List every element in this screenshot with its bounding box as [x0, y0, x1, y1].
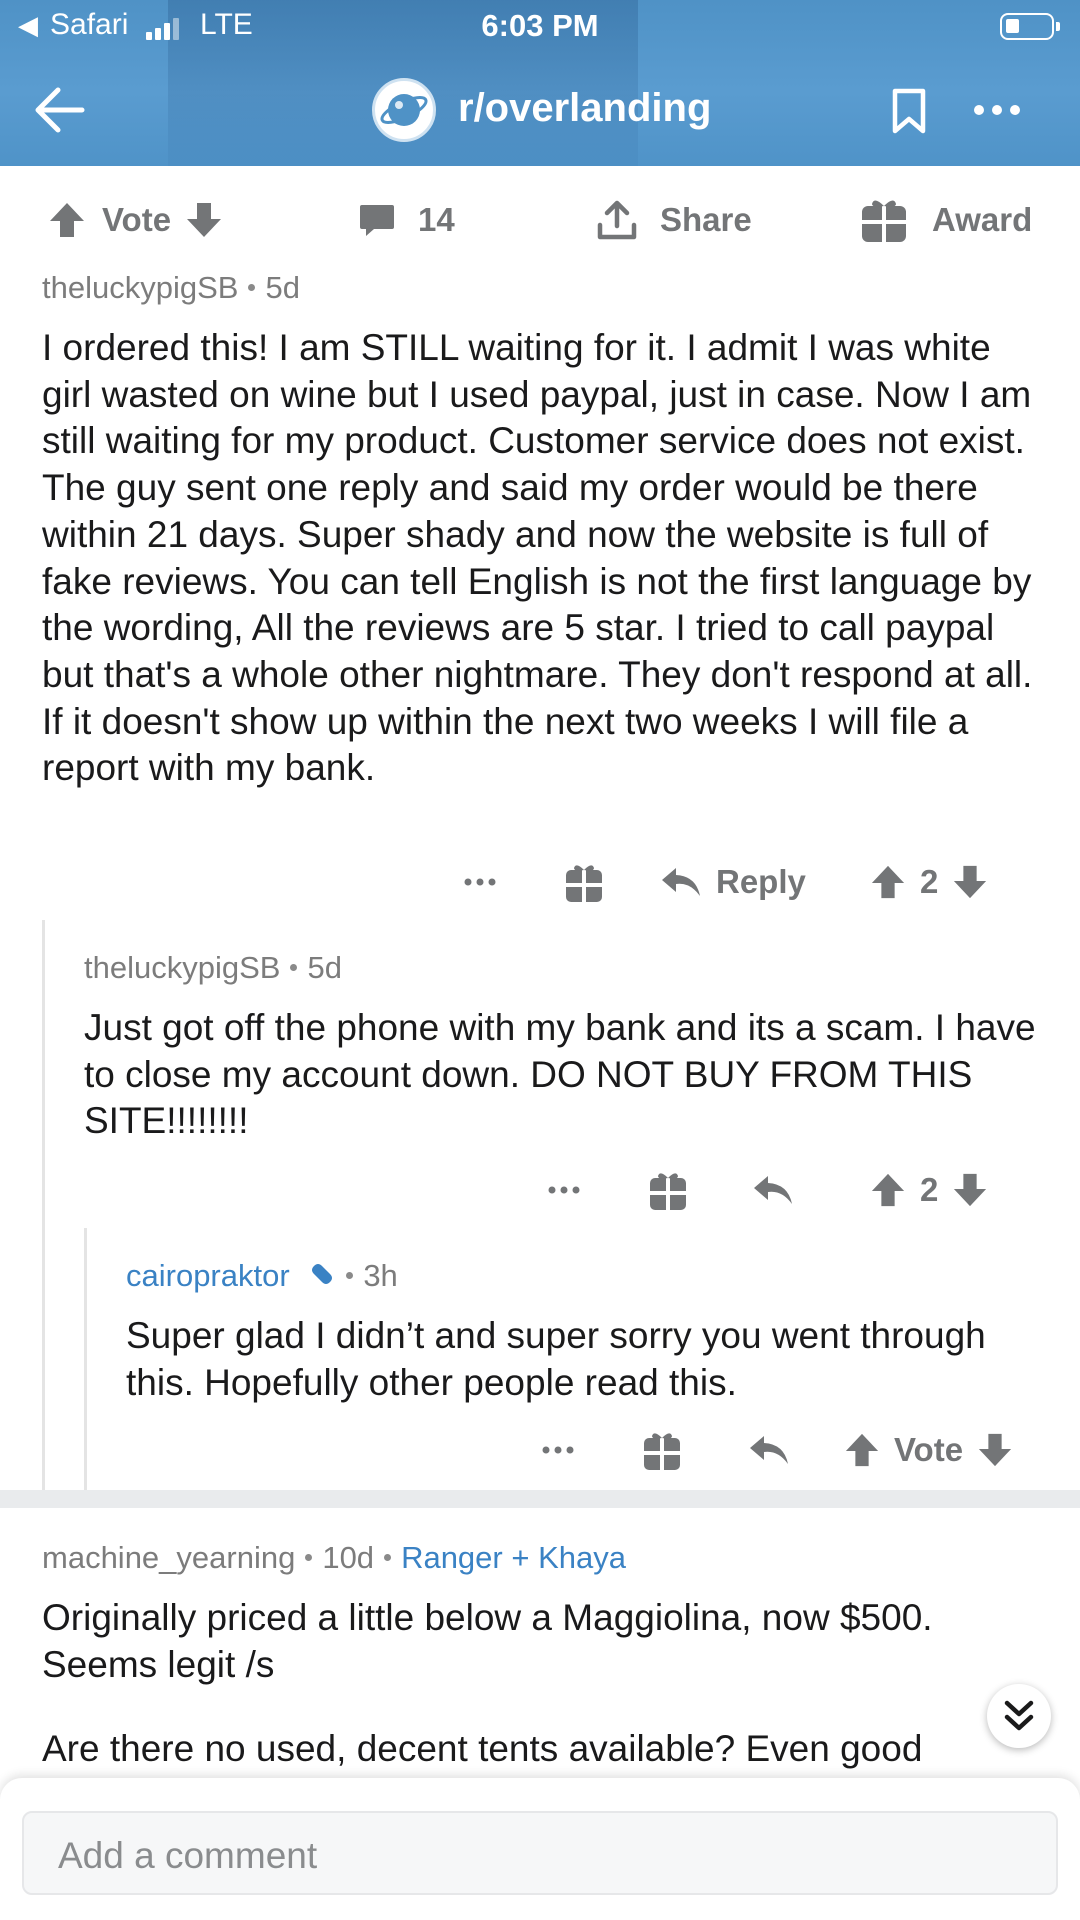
separator-dot: [346, 1272, 354, 1280]
comment-vote-label: Vote: [894, 1431, 964, 1468]
comment-meta: cairopraktor 3h: [126, 1258, 398, 1294]
comment-composer: Add a comment: [0, 1778, 1080, 1920]
comment-body-continued: Are there no used, decent tents availabl…: [42, 1728, 923, 1769]
subreddit-name[interactable]: r/overlanding: [458, 86, 711, 131]
comment-bubble-icon: [360, 205, 394, 236]
add-comment-input[interactable]: Add a comment: [22, 1811, 1058, 1895]
comment-meta: theluckypigSB 5d: [42, 270, 300, 306]
share-button[interactable]: Share: [596, 198, 752, 242]
comment-more-button[interactable]: [546, 1168, 582, 1212]
double-chevron-down-icon: [1004, 1700, 1034, 1731]
reply-label: Reply: [716, 863, 806, 900]
comment-author[interactable]: theluckypigSB: [84, 950, 280, 985]
comment-score: 2: [920, 863, 939, 900]
share-label: Share: [660, 201, 752, 238]
downvote-icon[interactable]: [185, 201, 223, 239]
battery-icon: [1000, 13, 1060, 40]
more-icon: [464, 878, 496, 886]
thread-line[interactable]: [84, 1228, 87, 1490]
status-bar: ◀ Safari LTE 6:03 PM: [0, 0, 1080, 54]
comment-vote-group: Vote: [844, 1428, 1013, 1472]
comment-author[interactable]: theluckypigSB: [42, 270, 238, 305]
more-icon: [548, 1186, 580, 1194]
reply-arrow-icon: [750, 1436, 788, 1464]
reply-button[interactable]: [748, 1432, 790, 1476]
clock: 6:03 PM: [481, 8, 599, 43]
upvote-icon[interactable]: [844, 1432, 880, 1468]
upvote-icon[interactable]: [48, 201, 86, 239]
reply-button[interactable]: [752, 1172, 794, 1216]
comment-body: I ordered this! I am STILL waiting for i…: [42, 327, 1033, 789]
comment-more-button[interactable]: [462, 860, 498, 904]
award-label: Award: [932, 201, 1033, 238]
thread-divider: [0, 1490, 1080, 1508]
comments-button[interactable]: 14: [358, 198, 455, 242]
downvote-icon[interactable]: [952, 864, 988, 900]
comment-author[interactable]: cairopraktor: [126, 1258, 290, 1293]
comment-meta: machine_yearning 10d Ranger + Khaya: [42, 1540, 626, 1576]
share-icon: [597, 200, 637, 240]
comment-body: Originally priced a little below a Maggi…: [42, 1597, 933, 1685]
separator-dot: [305, 1554, 313, 1562]
comment-count: 14: [418, 201, 455, 238]
wrench-flair-icon: [308, 1264, 333, 1284]
reply-button[interactable]: Reply: [660, 860, 806, 904]
comment-body: Just got off the phone with my bank and …: [84, 1007, 1036, 1142]
gift-award-icon: [650, 1173, 686, 1210]
thread-line[interactable]: [42, 920, 45, 1490]
gift-award-icon: [862, 200, 906, 242]
comment-age: 3h: [363, 1258, 398, 1293]
comment-age: 5d: [307, 950, 342, 985]
post-action-bar: Vote 14 Share Award: [0, 166, 1080, 270]
bookmark-icon[interactable]: [892, 88, 926, 134]
more-icon: [542, 1446, 574, 1454]
gift-award-icon: [566, 865, 602, 902]
app-header: ◀ Safari LTE 6:03 PM r/overlanding: [0, 0, 1080, 166]
user-flair: Ranger + Khaya: [401, 1540, 626, 1575]
separator-dot: [248, 284, 256, 292]
post-vote-label: Vote: [102, 201, 172, 238]
downvote-icon[interactable]: [952, 1172, 988, 1208]
subreddit-planet-icon[interactable]: [372, 78, 436, 142]
next-comment-button[interactable]: [987, 1684, 1051, 1748]
separator-dot: [384, 1554, 392, 1562]
downvote-icon[interactable]: [977, 1432, 1013, 1468]
more-icon[interactable]: [972, 100, 1022, 120]
reply-arrow-icon: [662, 868, 700, 896]
post-vote-group: Vote: [48, 198, 223, 242]
upvote-icon[interactable]: [870, 1172, 906, 1208]
separator-dot: [290, 964, 298, 972]
award-button[interactable]: Award: [860, 198, 1032, 242]
comment-vote-group: 2: [870, 860, 988, 904]
comment-more-button[interactable]: [540, 1428, 576, 1472]
comment-award-button[interactable]: [648, 1168, 688, 1212]
gift-award-icon: [644, 1433, 680, 1470]
comment-age: 10d: [322, 1540, 375, 1575]
comment-body: Super glad I didn’t and super sorry you …: [126, 1315, 986, 1403]
reply-arrow-icon: [754, 1176, 792, 1204]
comment-vote-group: 2: [870, 1168, 988, 1212]
comment-age: 5d: [265, 270, 300, 305]
upvote-icon[interactable]: [870, 864, 906, 900]
comment-score: 2: [920, 1171, 939, 1208]
comment-meta: theluckypigSB 5d: [84, 950, 342, 986]
back-arrow-icon[interactable]: [34, 84, 86, 136]
comment-award-button[interactable]: [564, 860, 604, 904]
comment-author[interactable]: machine_yearning: [42, 1540, 295, 1575]
comment-award-button[interactable]: [642, 1428, 682, 1472]
